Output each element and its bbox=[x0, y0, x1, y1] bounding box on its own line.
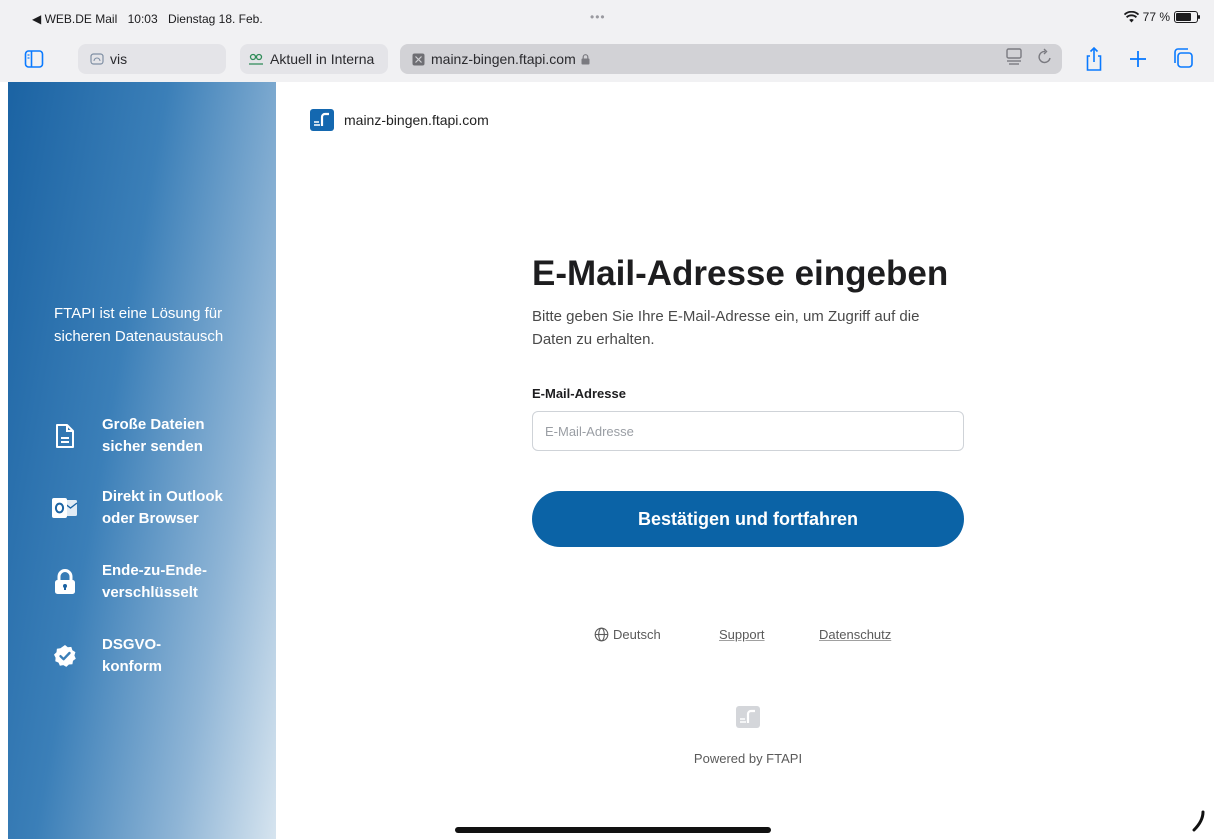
page-description: Bitte geben Sie Ihre E-Mail-Adresse ein,… bbox=[532, 308, 920, 348]
tab-label: vis bbox=[110, 51, 128, 67]
reload-icon[interactable] bbox=[1036, 46, 1054, 68]
feature-label: Große Dateien sicher senden bbox=[102, 416, 205, 455]
ftapi-logo bbox=[310, 109, 334, 131]
browser-toolbar: vis Aktuell in Interna mainz-bingen.ftap… bbox=[0, 38, 1214, 82]
feature-gdpr: DSGVO-konform bbox=[52, 634, 252, 678]
confirm-button[interactable]: Bestätigen und fortfahren bbox=[532, 491, 964, 547]
privacy-link[interactable]: Datenschutz bbox=[819, 627, 891, 642]
email-input[interactable] bbox=[532, 411, 964, 451]
wifi-icon bbox=[1123, 11, 1139, 23]
feature-outlook: Direkt in Outlook oder Browser bbox=[52, 486, 252, 530]
lock-icon bbox=[52, 569, 78, 595]
email-label: E-Mail-Adresse bbox=[532, 386, 626, 401]
brand-header: mainz-bingen.ftapi.com bbox=[310, 109, 489, 131]
pencil-icon bbox=[1192, 810, 1205, 832]
powered-by: Powered by FTAPI bbox=[693, 751, 803, 766]
site-favicon bbox=[412, 53, 425, 66]
status-bar: ◀ WEB.DE Mail 10:03 Dienstag 18. Feb. ••… bbox=[0, 0, 1214, 38]
language-label: Deutsch bbox=[613, 627, 661, 642]
tab-aktuell[interactable]: Aktuell in Interna bbox=[240, 44, 388, 74]
sidebar-toggle-icon[interactable] bbox=[24, 49, 44, 69]
share-icon[interactable] bbox=[1085, 46, 1103, 72]
feature-label: DSGVO-konform bbox=[102, 636, 162, 675]
battery-icon bbox=[1174, 11, 1200, 23]
page-title: E-Mail-Adresse eingeben bbox=[532, 254, 949, 293]
feature-encryption: Ende-zu-Ende-verschlüsselt bbox=[52, 560, 252, 604]
language-selector[interactable]: Deutsch bbox=[594, 627, 661, 642]
battery-percent: 77 % bbox=[1142, 10, 1170, 24]
address-text: mainz-bingen.ftapi.com bbox=[431, 51, 576, 67]
check-badge-icon bbox=[52, 643, 78, 669]
tab-address-bar[interactable]: mainz-bingen.ftapi.com bbox=[400, 44, 1062, 74]
status-left: ◀ WEB.DE Mail 10:03 Dienstag 18. Feb. bbox=[32, 12, 270, 26]
promo-title: FTAPI ist eine Lösung für sicheren Daten… bbox=[54, 305, 224, 345]
file-icon bbox=[52, 423, 78, 449]
back-to-app-link[interactable]: ◀ WEB.DE Mail bbox=[32, 12, 117, 26]
people-icon bbox=[248, 53, 264, 65]
status-right: 77 % bbox=[1123, 10, 1200, 24]
feature-large-files: Große Dateien sicher senden bbox=[52, 414, 252, 458]
feature-label: Ende-zu-Ende-verschlüsselt bbox=[102, 562, 207, 601]
tab-overview-icon[interactable] bbox=[1172, 46, 1194, 72]
new-tab-icon[interactable] bbox=[1128, 46, 1148, 72]
promo-panel: FTAPI ist eine Lösung für sicheren Daten… bbox=[8, 82, 276, 839]
ftapi-footer-logo bbox=[736, 706, 760, 728]
outlook-icon bbox=[52, 495, 78, 521]
support-link[interactable]: Support bbox=[719, 627, 765, 642]
status-date: Dienstag 18. Feb. bbox=[167, 12, 263, 26]
home-indicator[interactable] bbox=[455, 827, 771, 833]
tab-label: Aktuell in Interna bbox=[270, 51, 375, 67]
tab-vis[interactable]: vis bbox=[78, 44, 226, 74]
multitasking-dots[interactable]: ••• bbox=[590, 10, 606, 24]
lock-small-icon bbox=[581, 53, 590, 65]
globe-icon bbox=[594, 627, 609, 642]
reader-icon[interactable] bbox=[1004, 46, 1024, 68]
feature-label: Direkt in Outlook oder Browser bbox=[102, 488, 223, 527]
status-time: 10:03 bbox=[127, 12, 158, 26]
brand-domain: mainz-bingen.ftapi.com bbox=[344, 112, 489, 128]
gauge-icon bbox=[90, 52, 104, 66]
